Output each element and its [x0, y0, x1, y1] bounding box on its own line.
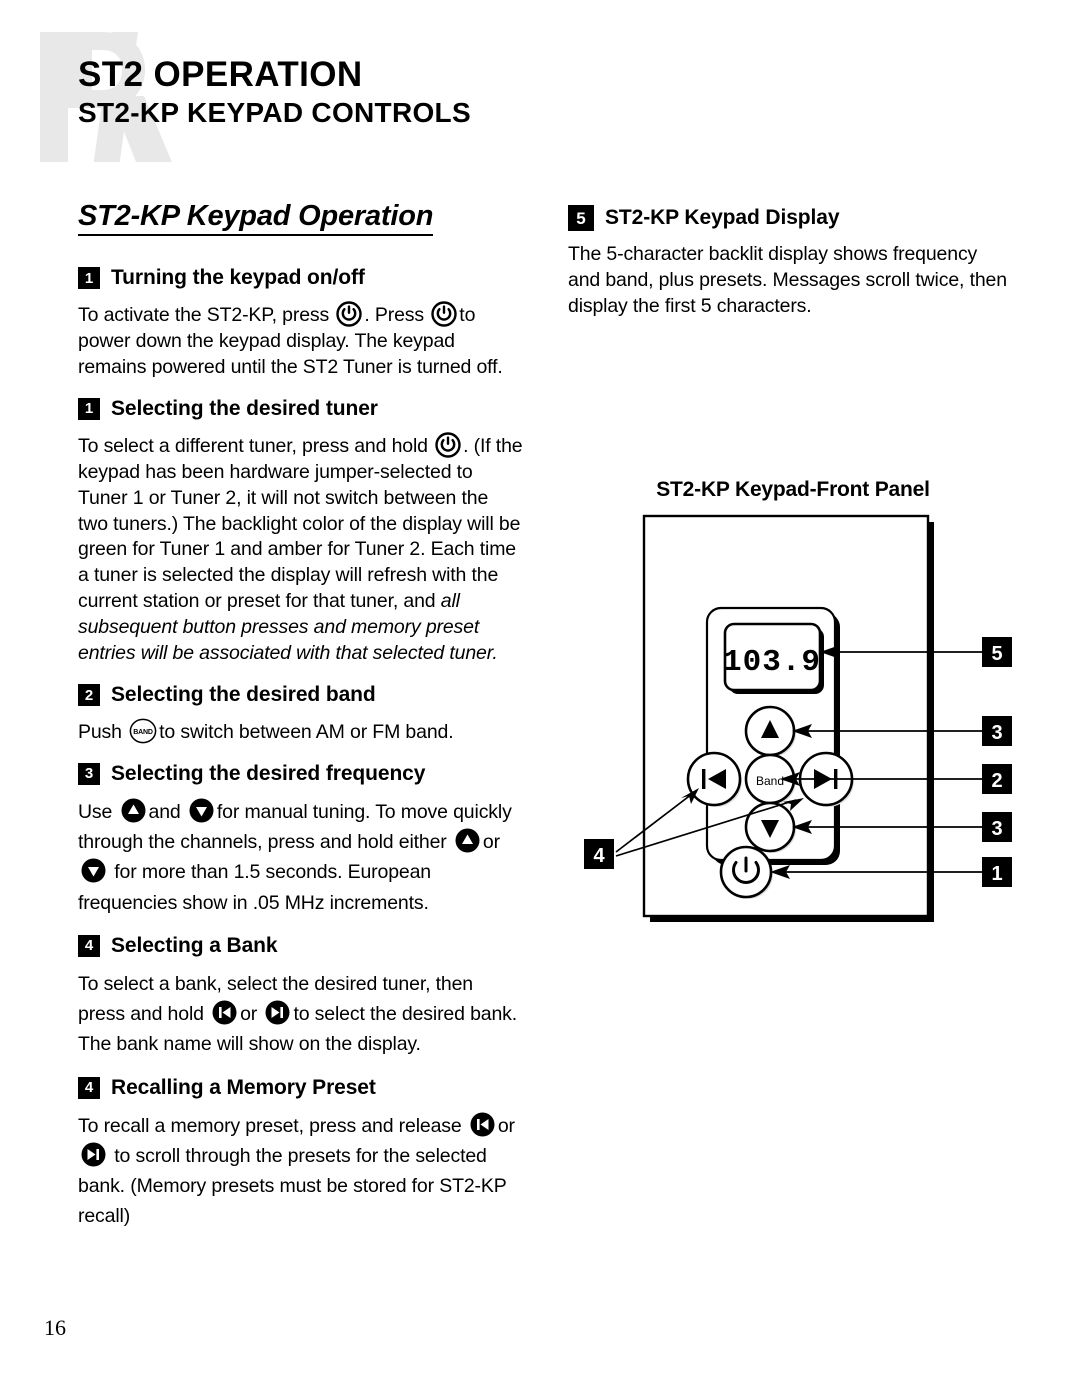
text-run: or — [240, 1003, 258, 1026]
page-title: ST2 OPERATION — [78, 55, 363, 94]
band-button-label: Band — [756, 774, 784, 788]
paragraph-selecting-bank: To select a bank, select the desired tun… — [78, 969, 523, 1060]
skip-back-icon — [212, 1000, 237, 1025]
paragraph-selecting-frequency: Use and for manual tuning. To move quick… — [78, 797, 523, 918]
subsection-label: Selecting a Bank — [111, 933, 278, 957]
left-content-column: ST2-KP Keypad Operation 1 Turning the ke… — [78, 200, 523, 1244]
up-triangle-icon — [455, 828, 480, 853]
right-content-column: 5 ST2-KP Keypad Display The 5-character … — [568, 205, 1008, 333]
callout-badge: 1 — [78, 397, 100, 420]
skip-back-icon — [470, 1112, 495, 1137]
svg-text:BAND: BAND — [133, 729, 153, 736]
paragraph-turning-on-off: To activate the ST2-KP, press . Press to… — [78, 301, 523, 381]
paragraph-selecting-band: Push BAND to switch between AM or FM ban… — [78, 718, 523, 746]
down-triangle-icon — [189, 798, 214, 823]
callout-badge: 4 — [78, 934, 100, 957]
paragraph-selecting-tuner: To select a different tuner, press and h… — [78, 432, 523, 667]
subsection-label: Selecting the desired frequency — [111, 761, 426, 785]
skip-forward-icon — [265, 1000, 290, 1025]
down-triangle-icon — [81, 858, 106, 883]
skip-forward-icon — [81, 1142, 106, 1167]
callout-badge: 4 — [78, 1076, 100, 1099]
text-run: or — [497, 1114, 515, 1137]
svg-text:2: 2 — [991, 770, 1002, 792]
callout-badge-5: 5 — [982, 637, 1012, 667]
page-number: 16 — [44, 1315, 66, 1340]
callout-badge-2: 2 — [982, 764, 1012, 794]
text-run: To activate the ST2-KP, press — [78, 304, 330, 326]
text-run: Use — [78, 800, 113, 823]
text-run: . (If the keypad has been hardware jumpe… — [78, 434, 523, 613]
text-run: . Press — [364, 304, 425, 326]
subsection-label: Selecting the desired tuner — [111, 396, 378, 420]
subsection-label: Recalling a Memory Preset — [111, 1075, 376, 1099]
svg-text:3: 3 — [991, 818, 1002, 840]
text-run: or — [482, 831, 500, 854]
callout-badge: 5 — [568, 205, 594, 231]
callout-badge-4: 4 — [584, 839, 614, 869]
subsection-label: Selecting the desired band — [111, 683, 376, 707]
subsection-heading-selecting-tuner: 1 Selecting the desired tuner — [78, 397, 523, 421]
paragraph-keypad-display: The 5-character backlit display shows fr… — [568, 243, 1007, 317]
text-run: to switch between AM or FM band. — [159, 721, 454, 744]
text-run: To select a different tuner, press and h… — [78, 434, 428, 457]
subsection-heading-selecting-band: 2 Selecting the desired band — [78, 683, 523, 707]
up-triangle-icon — [121, 798, 146, 823]
svg-text:4: 4 — [593, 845, 605, 867]
power-icon — [431, 301, 457, 327]
keypad-figure: ST2-KP Keypad-Front Panel 103.9 Band 5 3… — [568, 470, 1018, 980]
paragraph-recalling-preset: To recall a memory preset, press and rel… — [78, 1111, 523, 1232]
power-icon — [435, 432, 461, 458]
text-run: to scroll through the presets for the se… — [78, 1144, 507, 1228]
subsection-heading-selecting-bank: 4 Selecting a Bank — [78, 934, 523, 958]
svg-text:5: 5 — [991, 643, 1002, 665]
section-heading-keypad-operation: ST2-KP Keypad Operation — [78, 200, 433, 236]
callout-badge: 2 — [78, 684, 100, 707]
callout-badge-1: 1 — [982, 857, 1012, 887]
subsection-heading-keypad-display: 5 ST2-KP Keypad Display — [568, 205, 1008, 231]
subsection-heading-turning-on-off: 1 Turning the keypad on/off — [78, 266, 523, 290]
band-icon: BAND — [129, 718, 157, 744]
subsection-heading-recalling-preset: 4 Recalling a Memory Preset — [78, 1076, 523, 1100]
text-run: for more than 1.5 seconds. European freq… — [78, 861, 431, 914]
text-run: To recall a memory preset, press and rel… — [78, 1114, 462, 1137]
keypad-front-panel-diagram: 103.9 Band 5 3 2 3 1 4 — [584, 514, 1012, 922]
subsection-label: Turning the keypad on/off — [111, 266, 365, 289]
callout-badge-3-up: 3 — [982, 716, 1012, 746]
page-header: ST2 OPERATION ST2-KP KEYPAD CONTROLS — [78, 56, 778, 129]
power-icon — [336, 301, 363, 327]
page-subtitle: ST2-KP KEYPAD CONTROLS — [78, 96, 471, 128]
subsection-heading-selecting-frequency: 3 Selecting the desired frequency — [78, 762, 523, 786]
callout-badge-3-down: 3 — [982, 812, 1012, 842]
callout-badge: 1 — [78, 267, 100, 289]
lcd-value: 103.9 — [723, 645, 821, 680]
svg-text:1: 1 — [991, 863, 1002, 885]
callout-badge: 3 — [78, 762, 100, 785]
text-run: Push — [78, 721, 122, 744]
text-run: and — [148, 800, 181, 823]
subsection-label: ST2-KP Keypad Display — [605, 206, 840, 229]
svg-text:3: 3 — [991, 722, 1002, 744]
